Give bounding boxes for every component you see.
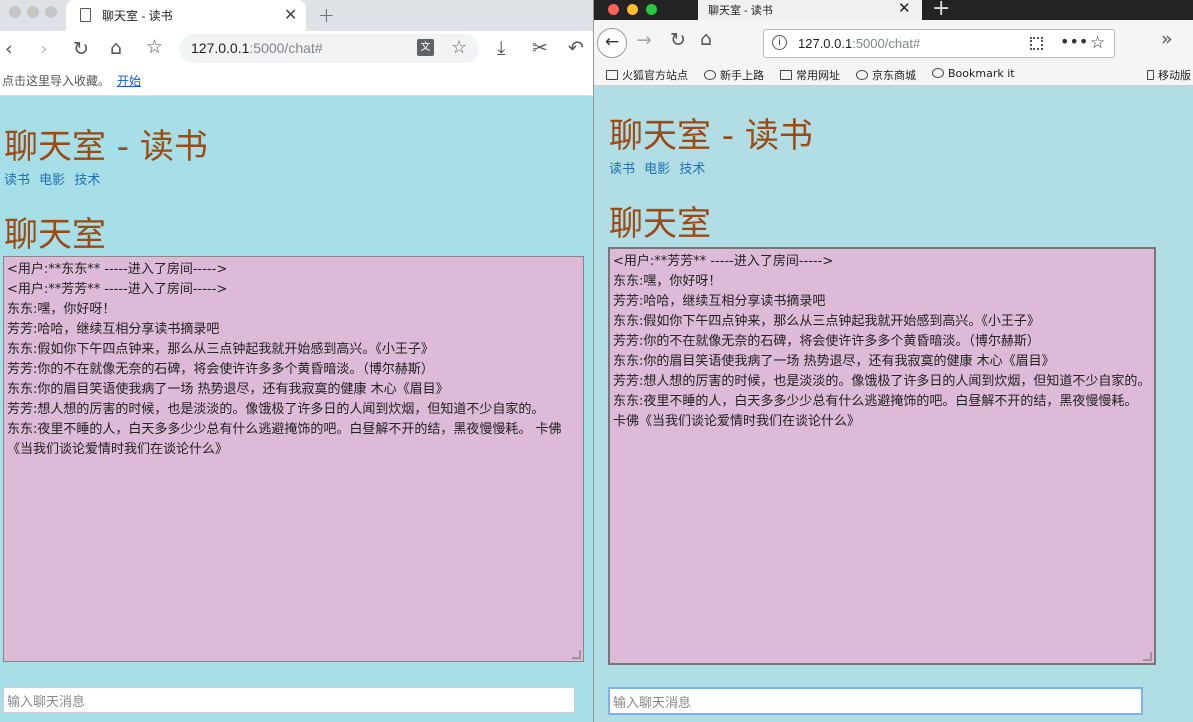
bookmark-common-sites[interactable]: 常用网址 — [780, 67, 840, 83]
page-title: 聊天室 - 读书 — [609, 116, 813, 156]
chat-message: <用户:**东东** -----进入了房间-----> — [7, 262, 228, 277]
nav-link-books[interactable]: 读书 — [609, 162, 635, 177]
info-icon[interactable]: i — [772, 35, 787, 50]
back-icon[interactable]: ← — [597, 28, 627, 58]
chat-message-input[interactable]: 输入聊天消息 — [3, 687, 575, 713]
right-bookmark-bar: 火狐官方站点 新手上路 常用网址 京东商城 Bookmark it 移动版 — [594, 62, 1193, 86]
active-tab[interactable]: 聊天室 - 读书 ✕ — [66, 0, 306, 31]
bookmark-mobile[interactable]: 移动版 — [1147, 67, 1191, 83]
left-toolbar: ‹ › ↻ ⌂ ☆ 127.0.0.1:5000/chat# 文 ☆ ⤓ ✂ ↶ — [0, 31, 593, 67]
chat-log-textarea[interactable]: <用户:**东东** -----进入了房间-----> <用户:**芳芳** --… — [3, 256, 584, 662]
window-minimize-button[interactable] — [27, 6, 39, 18]
chat-message: 东东:假如你下午四点钟来，那么从三点钟起我就开始感到高兴。《小王子》 — [7, 342, 434, 357]
right-tab-strip: 聊天室 - 读书 ✕ + — [594, 0, 1193, 21]
forward-icon[interactable]: › — [40, 39, 48, 59]
overflow-menu-icon[interactable]: » — [1161, 29, 1173, 49]
right-browser-window: 聊天室 - 读书 ✕ + ← → ↻ ⌂ i 127.0.0.1:5000/ch… — [593, 0, 1193, 722]
download-icon[interactable]: ⤓ — [497, 38, 505, 58]
chat-message: 芳芳:哈哈，继续互相分享读书摘录吧 — [7, 322, 220, 337]
window-close-button[interactable] — [608, 4, 619, 15]
bookmark-import-prompt: 点击这里导入收藏。 — [2, 74, 111, 88]
section-title: 聊天室 — [609, 204, 711, 244]
reload-icon[interactable]: ↻ — [73, 39, 89, 59]
nav-link-movies[interactable]: 电影 — [644, 162, 670, 177]
bookmark-getting-started[interactable]: 新手上路 — [704, 67, 764, 83]
undo-icon[interactable]: ↶ — [568, 38, 584, 58]
address-url: 127.0.0.1:5000/chat# — [798, 36, 921, 51]
window-minimize-button[interactable] — [627, 4, 638, 15]
globe-icon — [704, 70, 716, 80]
address-bar[interactable]: i 127.0.0.1:5000/chat# ••• ☆ — [763, 29, 1115, 58]
folder-icon — [606, 70, 618, 80]
active-tab[interactable]: 聊天室 - 读书 ✕ — [698, 0, 922, 20]
right-page-content: 聊天室 - 读书 读书 电影 技术 聊天室 <用户:**芳芳** -----进入… — [594, 86, 1193, 722]
chat-message: 芳芳:你的不在就像无奈的石碑，将会使许许多多个黄昏暗淡。（博尔赫斯） — [7, 362, 434, 377]
bookmark-bookmark-it[interactable]: Bookmark it — [932, 67, 1015, 80]
page-title: 聊天室 - 读书 — [4, 127, 208, 167]
chat-message: 东东:你的眉目笑语使我病了一场 热势退尽，还有我寂寞的健康 木心《眉目》 — [613, 354, 1055, 369]
chat-message: 东东:嘿，你好呀！ — [7, 302, 116, 317]
left-tab-strip: 聊天室 - 读书 ✕ + — [0, 0, 593, 31]
translate-icon[interactable]: 文 — [417, 39, 434, 56]
window-close-button[interactable] — [9, 6, 21, 18]
back-icon[interactable]: ‹ — [5, 39, 13, 59]
chat-message: <用户:**芳芳** -----进入了房间-----> — [613, 254, 834, 269]
new-tab-icon[interactable]: + — [932, 0, 950, 21]
nav-link-movies[interactable]: 电影 — [39, 173, 65, 188]
chat-message: 芳芳:哈哈，继续互相分享读书摘录吧 — [613, 294, 826, 309]
address-bar[interactable]: 127.0.0.1:5000/chat# 文 ☆ — [179, 34, 479, 63]
chat-log-textarea[interactable]: <用户:**芳芳** -----进入了房间-----> 东东:嘿，你好呀！ 芳芳:哈… — [608, 247, 1156, 665]
star-icon[interactable]: ☆ — [1090, 33, 1105, 53]
forward-icon[interactable]: → — [636, 30, 652, 50]
new-tab-icon[interactable]: + — [318, 3, 335, 27]
mobile-icon — [1147, 70, 1154, 80]
bookmark-jd[interactable]: 京东商城 — [856, 67, 916, 83]
chat-message-input[interactable]: 输入聊天消息 — [608, 687, 1143, 715]
nav-link-tech[interactable]: 技术 — [679, 162, 705, 177]
bookmark-start-link[interactable]: 开始 — [117, 72, 141, 89]
chat-message: 东东:假如你下午四点钟来，那么从三点钟起我就开始感到高兴。《小王子》 — [613, 314, 1040, 329]
resize-grip-icon[interactable] — [1143, 652, 1152, 661]
tab-title: 聊天室 - 读书 — [102, 9, 173, 23]
resize-grip-icon[interactable] — [572, 650, 581, 659]
bookmark-firefox-site[interactable]: 火狐官方站点 — [606, 67, 688, 83]
chat-message: 芳芳:想人想的厉害的时候，也是淡淡的。像饿极了许多日的人闻到炊烟，但知道不少自家… — [7, 402, 545, 417]
globe-icon — [856, 70, 868, 80]
tab-close-icon[interactable]: ✕ — [898, 0, 911, 17]
page-icon — [80, 8, 91, 22]
section-title: 聊天室 — [4, 215, 106, 255]
window-zoom-button[interactable] — [45, 6, 57, 18]
chat-message: 芳芳:想人想的厉害的时候，也是淡淡的。像饿极了许多日的人闻到炊烟，但知道不少自家… — [613, 374, 1151, 389]
address-url: 127.0.0.1:5000/chat# — [191, 40, 323, 56]
chat-message: 东东:嘿，你好呀！ — [613, 274, 722, 289]
left-bookmark-bar: 点击这里导入收藏。 开始 — [0, 67, 593, 96]
tab-title: 聊天室 - 读书 — [708, 5, 773, 17]
window-zoom-button[interactable] — [646, 4, 657, 15]
tab-close-icon[interactable]: ✕ — [284, 5, 297, 24]
right-toolbar: ← → ↻ ⌂ i 127.0.0.1:5000/chat# ••• ☆ » — [594, 20, 1193, 62]
folder-icon — [780, 70, 792, 80]
left-page-content: 聊天室 - 读书 读书 电影 技术 聊天室 <用户:**东东** -----进入… — [0, 97, 593, 722]
chat-message: 东东:你的眉目笑语使我病了一场 热势退尽，还有我寂寞的健康 木心《眉目》 — [7, 382, 449, 397]
chat-message: 芳芳:你的不在就像无奈的石碑，将会使许许多多个黄昏暗淡。（博尔赫斯） — [613, 334, 1040, 349]
more-options-icon[interactable]: ••• — [1060, 32, 1088, 51]
chat-message: 东东:夜里不睡的人，白天多多少少总有什么逃避掩饰的吧。白昼解不开的结，黑夜慢慢耗… — [7, 422, 562, 457]
bookmark-star-icon[interactable]: ☆ — [146, 37, 163, 57]
chat-message: 东东:夜里不睡的人，白天多多少少总有什么逃避掩饰的吧。白昼解不开的结，黑夜慢慢耗… — [613, 394, 1138, 429]
qr-code-icon[interactable] — [1030, 37, 1043, 50]
nav-links: 读书 电影 技术 — [4, 169, 105, 188]
home-icon[interactable]: ⌂ — [700, 29, 712, 49]
nav-link-tech[interactable]: 技术 — [74, 173, 100, 188]
nav-link-books[interactable]: 读书 — [4, 173, 30, 188]
home-icon[interactable]: ⌂ — [110, 38, 122, 58]
left-browser-window: 聊天室 - 读书 ✕ + ‹ › ↻ ⌂ ☆ 127.0.0.1:5000/ch… — [0, 0, 593, 722]
chat-message: <用户:**芳芳** -----进入了房间-----> — [7, 282, 228, 297]
star-icon[interactable]: ☆ — [451, 37, 467, 58]
nav-links: 读书 电影 技术 — [609, 158, 710, 177]
cut-icon[interactable]: ✂ — [532, 38, 548, 58]
globe-icon — [932, 68, 944, 78]
reload-icon[interactable]: ↻ — [670, 30, 686, 50]
